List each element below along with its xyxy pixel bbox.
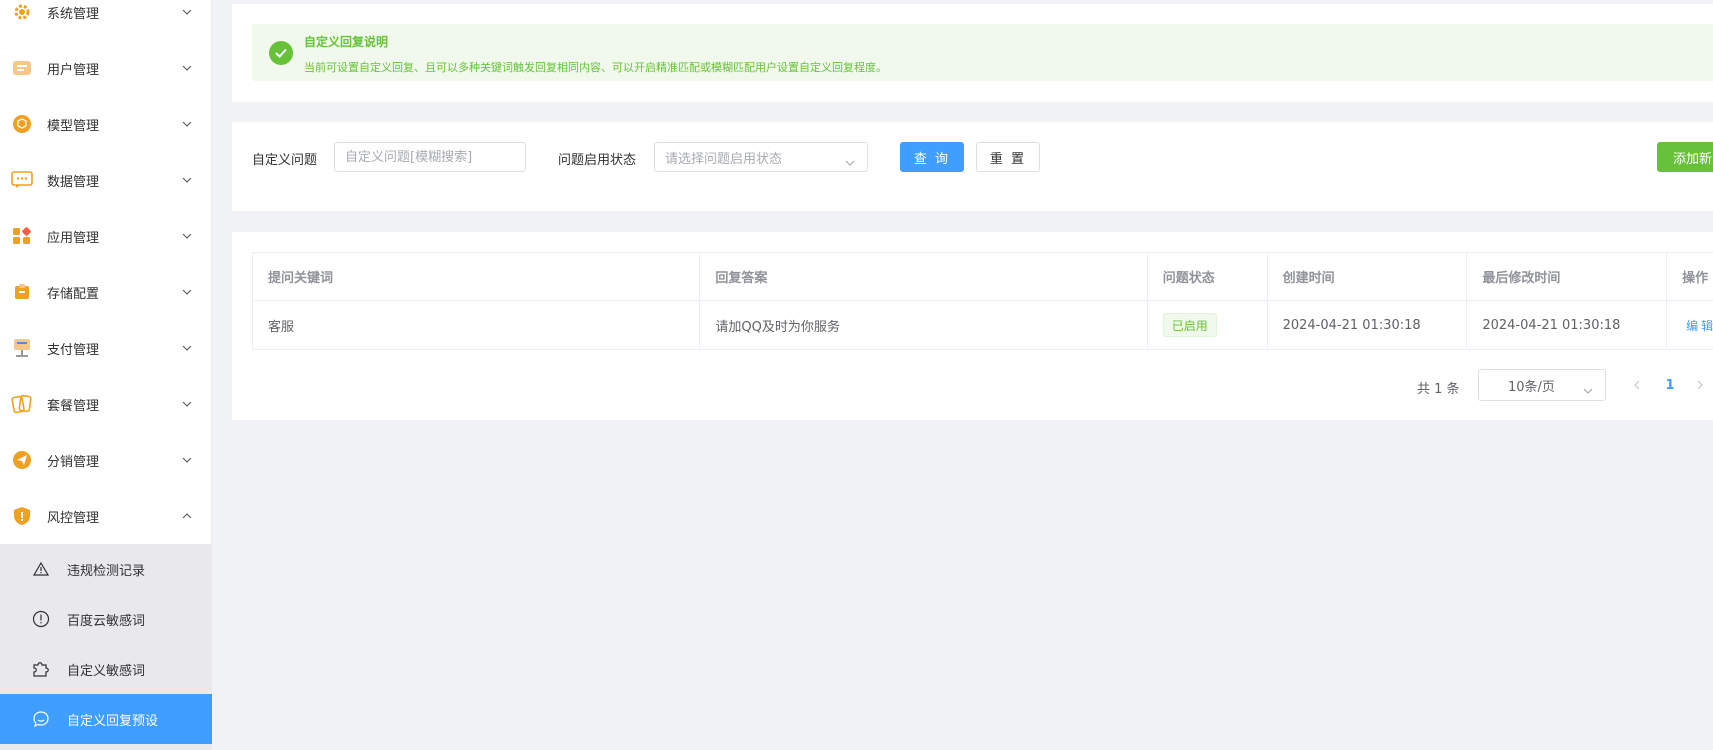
- chevron-down-icon: [182, 399, 192, 409]
- sidebar-item-label: 系统管理: [47, 6, 100, 22]
- sidebar-item-label: 应用管理: [47, 230, 100, 246]
- chat-bubble-icon: [31, 709, 51, 729]
- status-select-placeholder: 请选择问题启用状态: [665, 151, 783, 167]
- page-size-select[interactable]: 10条/页: [1478, 369, 1606, 401]
- sidebar-item-label: 用户管理: [47, 62, 100, 78]
- sidebar-subitem-label: 百度云敏感词: [67, 613, 146, 629]
- sidebar-item-label: 风控管理: [47, 510, 100, 526]
- prev-page-button[interactable]: [1630, 377, 1644, 393]
- status-select[interactable]: 请选择问题启用状态: [654, 142, 868, 172]
- table-row: 客服 请加QQ及时为你服务 已启用 2024-04-21 01:30:18 20…: [253, 301, 1713, 350]
- chevron-down-icon: [1583, 383, 1593, 398]
- sidebar-subitem-custom-sensitive[interactable]: 自定义敏感词: [0, 644, 212, 694]
- chevron-down-icon: [182, 343, 192, 353]
- sidebar-item-risk-control[interactable]: 风控管理: [0, 488, 212, 544]
- chevron-left-icon: [1634, 380, 1640, 390]
- sidebar-item-distribution[interactable]: 分销管理: [0, 432, 212, 488]
- chat-data-icon: [11, 169, 33, 191]
- sidebar-subitem-label: 自定义敏感词: [67, 663, 146, 679]
- page-size-value: 10条/页: [1508, 379, 1555, 395]
- header-answer: 回复答案: [700, 253, 1148, 300]
- sidebar-subitem-label: 违规检测记录: [67, 563, 146, 579]
- header-action: 操作: [1667, 253, 1713, 300]
- gear-icon: [11, 1, 33, 23]
- sidebar-subitem-baidu-sensitive[interactable]: 百度云敏感词: [0, 594, 212, 644]
- sidebar-item-label: 数据管理: [47, 174, 100, 190]
- header-keyword: 提问关键词: [253, 253, 701, 300]
- submenu: 违规检测记录 百度云敏感词 自定义敏感词 自定义回复预设: [0, 544, 212, 750]
- user-card-icon: [11, 57, 33, 79]
- cell-keyword: 客服: [253, 301, 701, 349]
- sidebar-item-system[interactable]: 系统管理: [0, 0, 212, 40]
- sidebar-item-storage[interactable]: 存储配置: [0, 264, 212, 320]
- page-number-current[interactable]: 1: [1662, 375, 1678, 395]
- edit-link[interactable]: 编辑: [1686, 317, 1713, 334]
- question-search-input[interactable]: [334, 142, 526, 172]
- cell-action: 编辑: [1667, 301, 1713, 349]
- sidebar-subitem-label: 自定义回复预设: [67, 713, 159, 729]
- chevron-down-icon: [182, 63, 192, 73]
- chevron-down-icon: [845, 155, 855, 170]
- notice-title: 自定义回复说明: [304, 35, 389, 49]
- apps-icon: [11, 225, 33, 247]
- sidebar-item-users[interactable]: 用户管理: [0, 40, 212, 96]
- sidebar-item-label: 模型管理: [47, 118, 100, 134]
- sidebar-item-data[interactable]: 数据管理: [0, 152, 212, 208]
- send-icon: [11, 449, 33, 471]
- cell-modified: 2024-04-21 01:30:18: [1467, 301, 1668, 349]
- chevron-down-icon: [182, 287, 192, 297]
- exclamation-circle-icon: [31, 609, 51, 629]
- cell-created: 2024-04-21 01:30:18: [1268, 301, 1468, 349]
- storage-icon: [11, 281, 33, 303]
- shield-icon: [11, 505, 33, 527]
- sidebar-item-label: 存储配置: [47, 286, 100, 302]
- status-label: 问题启用状态: [558, 153, 637, 168]
- chevron-down-icon: [182, 7, 192, 17]
- next-page-button[interactable]: [1694, 377, 1706, 393]
- sidebar-subitem-custom-reply[interactable]: 自定义回复预设: [0, 694, 212, 744]
- chevron-down-icon: [182, 175, 192, 185]
- header-status: 问题状态: [1148, 253, 1268, 300]
- sidebar-item-models[interactable]: 模型管理: [0, 96, 212, 152]
- puzzle-icon: [31, 659, 51, 679]
- chevron-right-icon: [1697, 380, 1703, 390]
- header-modified: 最后修改时间: [1467, 253, 1668, 300]
- add-new-button[interactable]: 添加新: [1657, 142, 1713, 172]
- question-label: 自定义问题: [252, 153, 318, 168]
- sidebar-item-payment[interactable]: 支付管理: [0, 320, 212, 376]
- chevron-up-icon: [182, 511, 192, 521]
- sidebar-item-packages[interactable]: 套餐管理: [0, 376, 212, 432]
- cell-answer: 请加QQ及时为你服务: [700, 301, 1148, 349]
- sidebar-item-label: 分销管理: [47, 454, 100, 470]
- header-created: 创建时间: [1268, 253, 1468, 300]
- reset-button[interactable]: 重 置: [976, 142, 1040, 172]
- check-circle-icon: [269, 41, 293, 65]
- chevron-down-icon: [182, 231, 192, 241]
- warning-icon: [31, 559, 51, 579]
- query-button[interactable]: 查 询: [900, 142, 964, 172]
- sidebar: 系统管理 用户管理 模型管理 数据管理 应用管理 存储配置 支付管理 套餐管理 …: [0, 0, 212, 750]
- status-badge: 已启用: [1162, 313, 1217, 337]
- cell-status: 已启用: [1148, 301, 1268, 349]
- reply-table: 提问关键词 回复答案 问题状态 创建时间 最后修改时间 操作 客服 请加QQ及时…: [252, 252, 1713, 350]
- notice-alert: 自定义回复说明 当前可设置自定义回复、且可以多种关键词触发回复相同内容、可以开启…: [252, 24, 1713, 81]
- sidebar-item-label: 套餐管理: [47, 398, 100, 414]
- sidebar-item-label: 支付管理: [47, 342, 100, 358]
- pagination-total: 共 1 条: [1417, 382, 1460, 397]
- chevron-down-icon: [182, 455, 192, 465]
- sidebar-subitem-violation-records[interactable]: 违规检测记录: [0, 544, 212, 594]
- notice-description: 当前可设置自定义回复、且可以多种关键词触发回复相同内容、可以开启精准匹配或模糊匹…: [304, 61, 887, 74]
- payment-icon: [11, 337, 33, 359]
- cube-icon: [11, 113, 33, 135]
- table-header-row: 提问关键词 回复答案 问题状态 创建时间 最后修改时间 操作: [253, 253, 1713, 301]
- chevron-down-icon: [182, 119, 192, 129]
- package-cards-icon: [11, 393, 33, 415]
- sidebar-item-apps[interactable]: 应用管理: [0, 208, 212, 264]
